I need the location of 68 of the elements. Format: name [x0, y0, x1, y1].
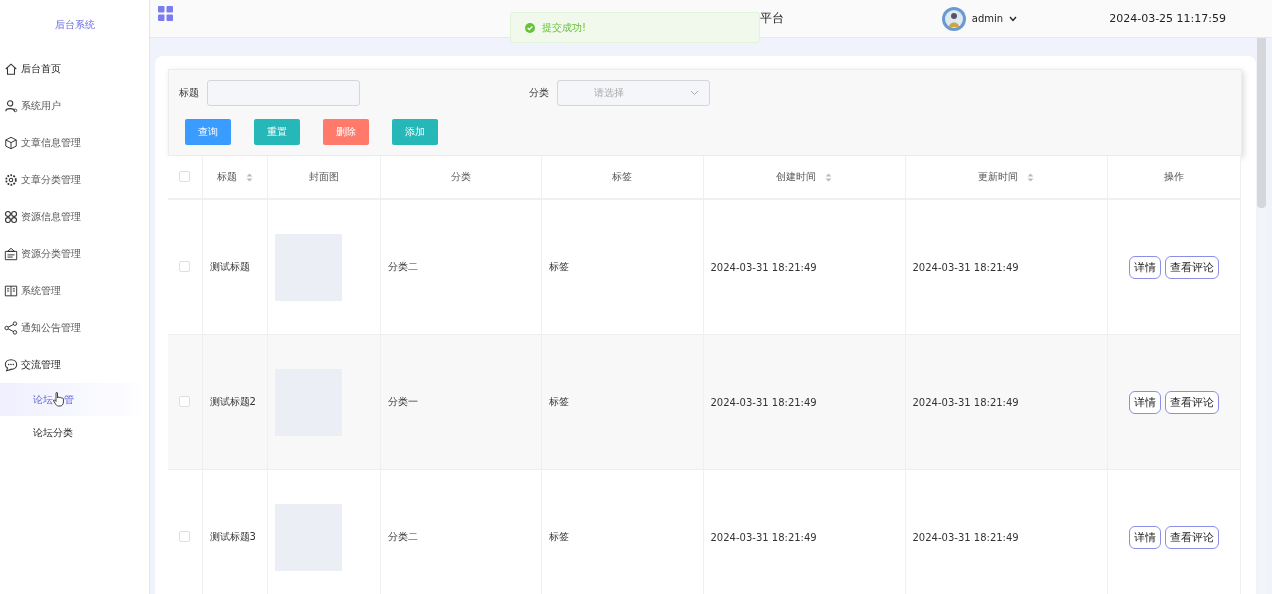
sidebar-item[interactable]: 系统用户: [0, 87, 149, 124]
sidebar-subitem[interactable]: 论坛分类: [0, 416, 149, 449]
table-cell: 2024-03-31 18:21:49: [912, 531, 1019, 543]
sidebar-item[interactable]: 系统管理: [0, 272, 149, 309]
row-action-button[interactable]: 详情: [1128, 525, 1161, 549]
table-cell: 2024-03-31 18:21:49: [912, 261, 1019, 273]
sort-icon[interactable]: [245, 172, 253, 182]
column-header: 标签: [612, 170, 632, 184]
user-menu[interactable]: admin: [971, 13, 1004, 24]
table-cell: 标签: [548, 261, 569, 272]
toast-message: 提交成功!: [542, 20, 586, 35]
table-cell: 测试标题: [209, 261, 250, 272]
site-title: 平台: [759, 10, 784, 27]
table-cell: 分类二: [387, 531, 418, 542]
row-action-button[interactable]: 详情: [1128, 255, 1161, 279]
table-cell: 分类一: [387, 396, 418, 407]
grid-icon: [4, 209, 18, 224]
user-icon: [4, 98, 18, 113]
column-header: 更新时间: [978, 170, 1018, 184]
row-action-button[interactable]: 查看评论: [1164, 390, 1219, 414]
column-header: 分类: [450, 170, 471, 184]
table-cell: 2024-03-31 18:21:49: [710, 396, 817, 408]
table-cell: 2024-03-31 18:21:49: [912, 396, 1019, 408]
table-cell: 测试标题2: [209, 396, 256, 407]
table-cell: 标签: [548, 531, 569, 542]
home-icon: [4, 61, 18, 76]
avatar[interactable]: [941, 6, 966, 31]
column-header: 标题: [216, 170, 237, 184]
column-header: 封面图: [308, 170, 339, 184]
title-input[interactable]: [207, 80, 360, 106]
field-label: 分类: [529, 86, 549, 100]
chevron-down-icon[interactable]: [1009, 15, 1018, 22]
field-label: 标题: [179, 86, 199, 100]
table-cell: 2024-03-31 18:21:49: [710, 531, 817, 543]
row-action-button[interactable]: 查看评论: [1164, 525, 1219, 549]
row-checkbox[interactable]: [179, 395, 191, 407]
sidebar-title: 后台系统: [54, 18, 95, 32]
tray-icon: [4, 246, 18, 261]
sidebar-item[interactable]: 文章信息管理: [0, 124, 149, 161]
row-checkbox[interactable]: [179, 530, 191, 542]
table-cell: 测试标题3: [209, 531, 256, 542]
scrollbar[interactable]: [1257, 38, 1266, 594]
row-action-button[interactable]: 详情: [1128, 390, 1161, 414]
row-checkbox[interactable]: [179, 260, 191, 272]
row-action-button[interactable]: 查看评论: [1164, 255, 1219, 279]
book-icon: [4, 283, 18, 298]
gear-icon: [4, 172, 18, 187]
table-cell: 标签: [548, 396, 569, 407]
sort-icon[interactable]: [825, 172, 832, 182]
sidebar-item[interactable]: 文章分类管理: [0, 161, 149, 198]
table-cell: 2024-03-31 18:21:49: [710, 261, 817, 273]
column-header: 创建时间: [776, 170, 816, 184]
sort-icon[interactable]: [1027, 172, 1034, 182]
table-cell: 分类二: [387, 261, 418, 272]
sidebar-item[interactable]: 资源分类管理: [0, 235, 149, 272]
sidebar-item[interactable]: 通知公告管理: [0, 309, 149, 346]
check-circle-icon: [525, 22, 535, 33]
sidebar-item[interactable]: 交流管理: [0, 346, 149, 383]
date-time: 2024-03-25 11:17:59: [1109, 12, 1226, 25]
chevron-down-icon: [690, 90, 699, 96]
share-icon: [4, 320, 18, 335]
cube-icon: [4, 135, 18, 150]
sidebar-item[interactable]: 资源信息管理: [0, 198, 149, 235]
menu-icon[interactable]: [158, 6, 173, 21]
chat-icon: [4, 357, 18, 372]
select-all-checkbox[interactable]: [179, 170, 191, 182]
sidebar-item[interactable]: 后台首页: [0, 50, 149, 87]
column-header: 操作: [1163, 170, 1184, 184]
